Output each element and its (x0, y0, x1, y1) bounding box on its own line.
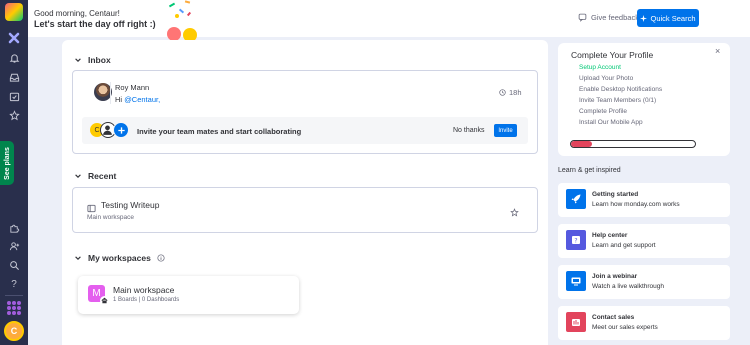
confetti-decoration (165, 0, 205, 42)
favorites-star-icon[interactable] (6, 107, 22, 123)
inbox-message: Hi @Centaur, (115, 95, 160, 104)
feedback-chat-icon (578, 13, 587, 22)
workspace-card[interactable] (78, 276, 299, 314)
learn-card-title: Contact sales (592, 314, 635, 321)
give-feedback-label: Give feedback (591, 13, 639, 22)
inbox-mention[interactable]: @Centaur, (124, 95, 160, 104)
workspace-x-icon[interactable] (6, 30, 22, 46)
workspaces-section-header[interactable]: My workspaces (74, 253, 165, 263)
home-main-panel: Inbox Roy Mann Hi @Centaur, 18h C Invite… (62, 40, 548, 345)
learn-card-title: Getting started (592, 191, 639, 198)
invite-prompt-text: Invite your team mates and start collabo… (137, 127, 302, 136)
see-plans-tab[interactable]: See plans (0, 141, 14, 185)
product-switcher-grid-icon[interactable] (7, 301, 21, 315)
user-avatar[interactable]: C (4, 321, 24, 341)
recent-title: Recent (88, 171, 117, 181)
workspaces-title: My workspaces (88, 253, 151, 263)
profile-step-mobile-app[interactable]: Install Our Mobile App (579, 119, 643, 126)
integrations-puzzle-icon[interactable] (6, 220, 22, 236)
invite-members-icon[interactable] (6, 238, 22, 254)
recent-board-title[interactable]: Testing Writeup (101, 200, 159, 210)
chevron-down-icon (75, 256, 81, 260)
sparkle-icon (640, 14, 648, 22)
inbox-section-header[interactable]: Inbox (74, 55, 111, 65)
no-thanks-button[interactable]: No thanks (453, 127, 485, 134)
chevron-down-icon (75, 174, 81, 178)
quick-search-label: Quick Search (650, 13, 696, 23)
workspace-name[interactable]: Main workspace (113, 285, 174, 295)
notifications-bell-icon[interactable] (6, 50, 22, 66)
quick-search-button[interactable]: Quick Search (637, 9, 699, 27)
give-feedback-button[interactable]: Give feedback (578, 13, 639, 22)
my-work-calendar-icon[interactable] (6, 88, 22, 104)
see-plans-label: See plans (3, 146, 11, 180)
workspace-meta: 1 Boards | 0 Dashboards (113, 297, 180, 303)
profile-step-invite-members[interactable]: Invite Team Members (0/1) (579, 97, 656, 104)
profile-step-desktop-notifications[interactable]: Enable Desktop Notifications (579, 86, 662, 93)
chevron-down-icon (75, 58, 81, 62)
learn-card-title: Help center (592, 232, 628, 239)
inbox-greeting-word: Hi (115, 95, 123, 104)
sales-icon (566, 312, 586, 332)
profile-step-complete-profile[interactable]: Complete Profile (579, 108, 627, 115)
recent-board-workspace: Main workspace (87, 214, 134, 221)
invite-button[interactable]: Invite (494, 124, 517, 137)
learn-card-contact-sales[interactable]: Contact sales Meet our sales experts (558, 306, 730, 340)
learn-card-subtitle: Learn how monday.com works (592, 201, 680, 208)
home-icon (100, 296, 109, 305)
webinar-icon (566, 271, 586, 291)
help-center-icon: ? (566, 230, 586, 250)
rocket-icon (566, 189, 586, 209)
avatar-divider (110, 82, 111, 104)
help-icon[interactable]: ? (6, 276, 22, 292)
learn-card-getting-started[interactable]: Getting started Learn how monday.com wor… (558, 183, 730, 217)
recent-board-card[interactable] (72, 187, 538, 233)
close-icon[interactable]: × (715, 46, 720, 56)
complete-profile-title: Complete Your Profile (571, 50, 654, 60)
app-logo[interactable] (5, 3, 23, 21)
rail-divider (5, 295, 23, 296)
clock-icon (499, 89, 506, 96)
profile-step-setup-account[interactable]: Setup Account (579, 64, 621, 71)
svg-text:?: ? (574, 238, 577, 245)
invite-add-plus-icon[interactable] (113, 122, 129, 138)
learn-card-subtitle: Watch a live walkthrough (592, 283, 665, 290)
inbox-tray-icon[interactable] (6, 69, 22, 85)
search-icon[interactable] (6, 257, 22, 273)
learn-section-title: Learn & get inspired (558, 167, 621, 174)
info-icon[interactable] (157, 254, 165, 262)
learn-card-subtitle: Learn and get support (592, 242, 656, 249)
profile-step-upload-photo[interactable]: Upload Your Photo (579, 75, 633, 82)
greeting-tagline: Let's start the day off right :) (34, 19, 156, 29)
inbox-sender-name[interactable]: Roy Mann (115, 83, 149, 92)
profile-progress-bar (570, 140, 696, 148)
greeting-text: Good morning, Centaur! (34, 9, 120, 18)
learn-card-help-center[interactable]: ? Help center Learn and get support (558, 224, 730, 258)
inbox-title: Inbox (88, 55, 111, 65)
favorite-star-icon[interactable] (510, 204, 519, 222)
inbox-time-label: 18h (509, 88, 522, 97)
recent-section-header[interactable]: Recent (74, 171, 116, 181)
learn-card-webinar[interactable]: Join a webinar Watch a live walkthrough (558, 265, 730, 299)
profile-progress-fill (571, 141, 593, 147)
learn-card-subtitle: Meet our sales experts (592, 324, 658, 331)
inbox-timestamp: 18h (499, 88, 522, 97)
learn-card-title: Join a webinar (592, 273, 638, 280)
